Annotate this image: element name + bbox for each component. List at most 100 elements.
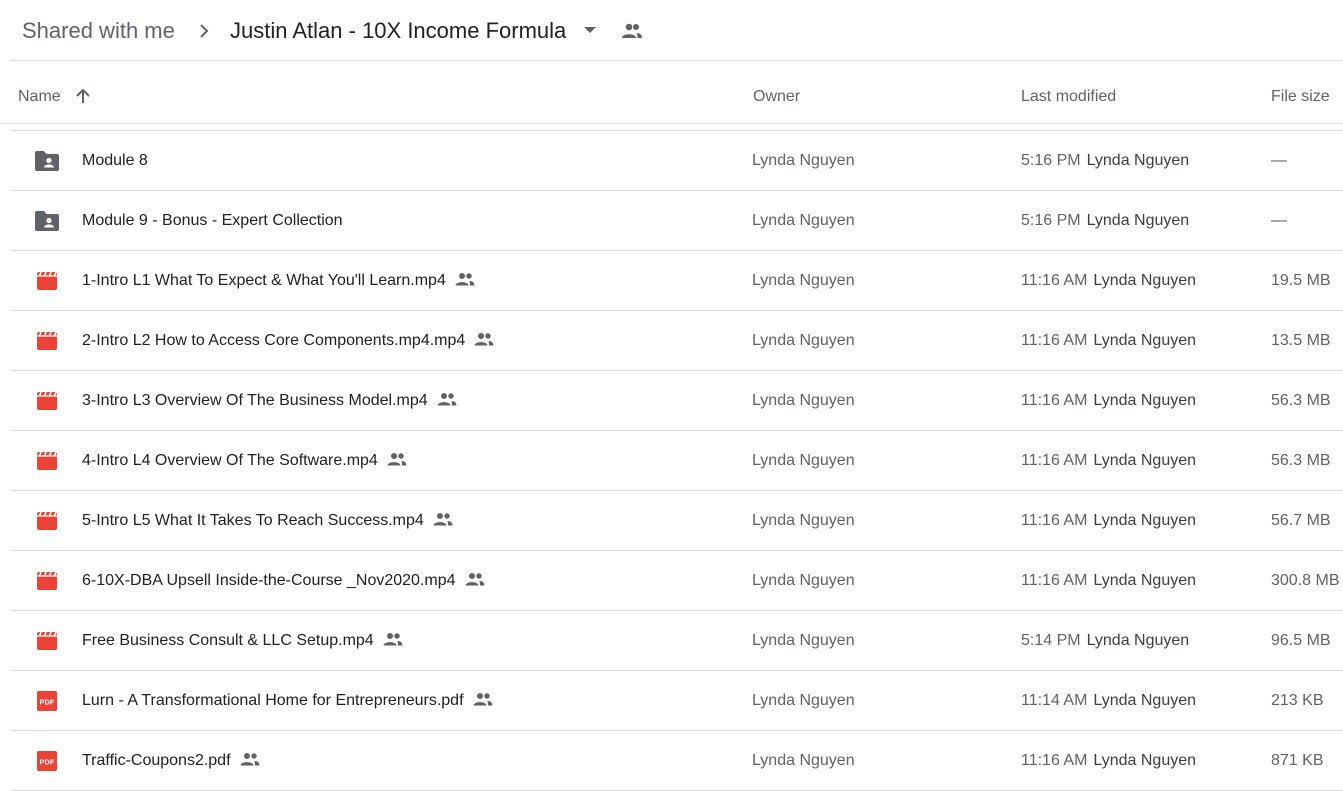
file-row[interactable]: Free Business Consult & LLC Setup.mp4 Lyn…	[10, 611, 1343, 671]
column-header-row: Name Owner Last modified File size	[0, 61, 1343, 124]
file-row[interactable]: 6-10X-DBA Upsell Inside-the-Course _Nov2…	[10, 551, 1343, 611]
file-row[interactable]: 4-Intro L4 Overview Of The Software.mp4 L…	[10, 431, 1343, 491]
people-icon	[383, 633, 403, 646]
file-last-modified: 5:14 PM Lynda Nguyen	[1021, 631, 1189, 651]
breadcrumb-shared-with-me[interactable]: Shared with me	[22, 16, 175, 46]
video-file-icon	[37, 451, 57, 470]
column-header-owner[interactable]: Owner	[753, 87, 800, 107]
modified-time: 11:16 AM	[1021, 752, 1088, 769]
column-header-name[interactable]: Name	[18, 87, 61, 107]
people-icon	[473, 693, 493, 706]
file-name[interactable]: Module 8	[82, 151, 148, 171]
column-header-file-size[interactable]: File size	[1271, 87, 1330, 107]
modified-time: 5:14 PM	[1021, 632, 1081, 649]
file-name[interactable]: 6-10X-DBA Upsell Inside-the-Course _Nov2…	[82, 571, 486, 591]
people-icon	[387, 453, 407, 466]
file-last-modified: 11:16 AM Lynda Nguyen	[1021, 751, 1196, 771]
modified-time: 11:16 AM	[1021, 452, 1088, 469]
file-name[interactable]: Free Business Consult & LLC Setup.mp4	[82, 631, 404, 651]
file-owner: Lynda Nguyen	[752, 332, 855, 349]
modified-time: 11:14 AM	[1021, 692, 1088, 709]
pdf-file-icon: PDF	[37, 751, 57, 771]
file-last-modified: 5:16 PM Lynda Nguyen	[1021, 151, 1189, 171]
file-row[interactable]: 2-Intro L2 How to Access Core Components…	[10, 311, 1343, 371]
video-file-icon	[37, 571, 57, 590]
file-size: 13.5 MB	[1271, 332, 1331, 349]
file-name[interactable]: 4-Intro L4 Overview Of The Software.mp4	[82, 451, 408, 471]
file-name-text: Traffic-Coupons2.pdf	[82, 752, 231, 769]
file-name-text: Free Business Consult & LLC Setup.mp4	[82, 632, 374, 649]
file-name-text: 2-Intro L2 How to Access Core Components…	[82, 332, 466, 349]
modified-by: Lynda Nguyen	[1093, 512, 1197, 529]
file-owner: Lynda Nguyen	[752, 392, 855, 409]
video-file-icon	[37, 631, 57, 650]
video-file-icon	[37, 511, 57, 530]
file-last-modified: 11:16 AM Lynda Nguyen	[1021, 331, 1196, 351]
file-list: Module 8 Lynda Nguyen 5:16 PM Lynda Nguyen —…	[0, 131, 1343, 791]
file-size: 300.8 MB	[1271, 572, 1340, 589]
file-row[interactable]: 3-Intro L3 Overview Of The Business Mode…	[10, 371, 1343, 431]
file-size: 56.7 MB	[1271, 512, 1331, 529]
video-file-icon	[37, 391, 57, 410]
file-name[interactable]: 1-Intro L1 What To Expect & What You'll …	[82, 271, 476, 291]
modified-by: Lynda Nguyen	[1093, 752, 1197, 769]
file-owner: Lynda Nguyen	[752, 272, 855, 289]
file-name[interactable]: Traffic-Coupons2.pdf	[82, 751, 261, 771]
file-owner: Lynda Nguyen	[752, 152, 855, 169]
people-icon	[433, 513, 453, 526]
file-row[interactable]: PDF Traffic-Coupons2.pdf Lynda Nguyen 11:16…	[10, 731, 1343, 791]
file-row[interactable]: Module 8 Lynda Nguyen 5:16 PM Lynda Nguyen —	[10, 131, 1343, 191]
shared-folder-icon	[35, 211, 59, 231]
file-name-text: 3-Intro L3 Overview Of The Business Mode…	[82, 392, 428, 409]
caret-down-icon[interactable]	[584, 27, 596, 33]
modified-by: Lynda Nguyen	[1086, 212, 1190, 229]
modified-time: 11:16 AM	[1021, 572, 1088, 589]
modified-by: Lynda Nguyen	[1086, 632, 1190, 649]
file-name-text: 6-10X-DBA Upsell Inside-the-Course _Nov2…	[82, 572, 456, 589]
people-icon	[474, 333, 494, 346]
file-size: 19.5 MB	[1271, 272, 1331, 289]
file-name-text: Lurn - A Transformational Home for Entre…	[82, 692, 464, 709]
file-name-text: 1-Intro L1 What To Expect & What You'll …	[82, 272, 446, 289]
file-last-modified: 11:16 AM Lynda Nguyen	[1021, 511, 1196, 531]
modified-by: Lynda Nguyen	[1086, 152, 1190, 169]
arrow-up-icon[interactable]	[74, 87, 92, 105]
modified-by: Lynda Nguyen	[1093, 572, 1197, 589]
file-name[interactable]: Lurn - A Transformational Home for Entre…	[82, 691, 494, 711]
modified-by: Lynda Nguyen	[1093, 452, 1197, 469]
file-size: 56.3 MB	[1271, 452, 1331, 469]
pdf-badge-label: PDF	[40, 758, 55, 767]
file-name[interactable]: 5-Intro L5 What It Takes To Reach Succes…	[82, 511, 454, 531]
file-row[interactable]: PDF Lurn - A Transformational Home for En…	[10, 671, 1343, 731]
pdf-file-icon: PDF	[37, 691, 57, 711]
file-last-modified: 11:16 AM Lynda Nguyen	[1021, 451, 1196, 471]
breadcrumb-current-folder[interactable]: Justin Atlan - 10X Income Formula	[230, 16, 566, 46]
modified-by: Lynda Nguyen	[1093, 332, 1197, 349]
file-size: —	[1271, 212, 1287, 229]
file-name[interactable]: 2-Intro L2 How to Access Core Components…	[82, 331, 495, 351]
pdf-badge-label: PDF	[40, 698, 55, 707]
file-last-modified: 11:14 AM Lynda Nguyen	[1021, 691, 1196, 711]
modified-time: 11:16 AM	[1021, 512, 1088, 529]
file-name[interactable]: Module 9 - Bonus - Expert Collection	[82, 211, 343, 231]
file-row[interactable]: Module 9 - Bonus - Expert Collection Lynd…	[10, 191, 1343, 251]
modified-by: Lynda Nguyen	[1093, 392, 1197, 409]
file-name-text: 4-Intro L4 Overview Of The Software.mp4	[82, 452, 378, 469]
file-owner: Lynda Nguyen	[752, 632, 855, 649]
file-owner: Lynda Nguyen	[752, 572, 855, 589]
file-last-modified: 11:16 AM Lynda Nguyen	[1021, 391, 1196, 411]
file-size: 213 KB	[1271, 692, 1324, 709]
file-name[interactable]: 3-Intro L3 Overview Of The Business Mode…	[82, 391, 458, 411]
people-icon	[622, 23, 642, 38]
column-header-last-modified[interactable]: Last modified	[1021, 87, 1116, 107]
shared-folder-icon	[35, 151, 59, 171]
file-owner: Lynda Nguyen	[752, 212, 855, 229]
file-owner: Lynda Nguyen	[752, 692, 855, 709]
video-file-icon	[37, 271, 57, 290]
modified-time: 11:16 AM	[1021, 392, 1088, 409]
file-row[interactable]: 5-Intro L5 What It Takes To Reach Succes…	[10, 491, 1343, 551]
file-size: 871 KB	[1271, 752, 1324, 769]
modified-time: 11:16 AM	[1021, 272, 1088, 289]
file-last-modified: 5:16 PM Lynda Nguyen	[1021, 211, 1189, 231]
file-row[interactable]: 1-Intro L1 What To Expect & What You'll …	[10, 251, 1343, 311]
